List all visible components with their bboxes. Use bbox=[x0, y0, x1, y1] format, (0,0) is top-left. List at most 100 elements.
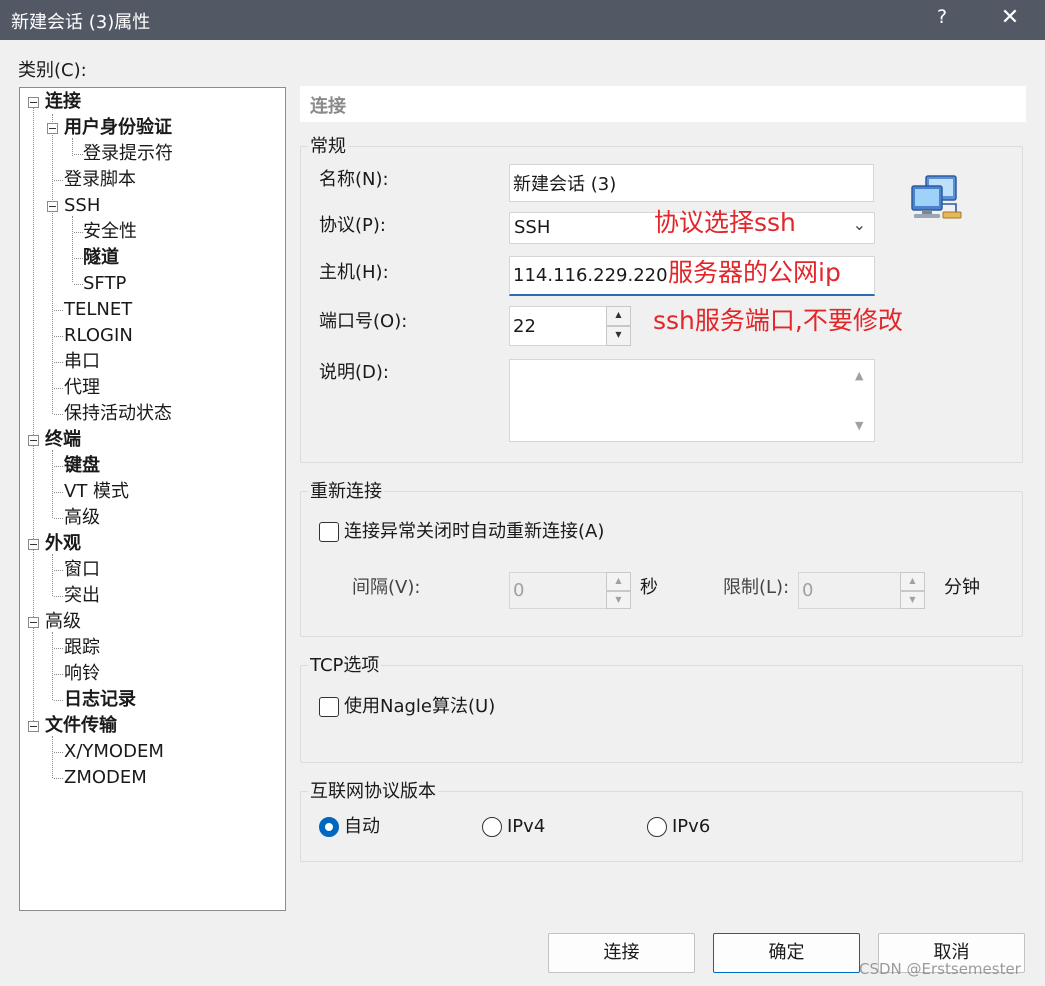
tree-tick bbox=[74, 232, 83, 233]
tree-guide-terminal bbox=[52, 450, 53, 518]
tree-item-telnet[interactable]: TELNET bbox=[64, 298, 132, 322]
tree-item-terminal-advanced[interactable]: 高级 bbox=[64, 506, 100, 530]
help-icon[interactable]: ? bbox=[934, 6, 950, 28]
tree-item-auth[interactable]: 用户身份验证 bbox=[64, 116, 172, 140]
spin-up-icon[interactable]: ▲ bbox=[606, 306, 631, 326]
auto-reconnect-label[interactable]: 连接异常关闭时自动重新连接(A) bbox=[344, 520, 604, 544]
tree-item-terminal[interactable]: 终端 bbox=[45, 428, 81, 452]
spin-down-icon[interactable]: ▼ bbox=[606, 326, 631, 346]
spin-down-icon[interactable]: ▼ bbox=[900, 590, 925, 609]
limit-unit: 分钟 bbox=[944, 577, 980, 598]
tree-collapse-icon[interactable] bbox=[47, 201, 58, 212]
scroll-up-icon[interactable]: ▲ bbox=[855, 369, 863, 382]
spin-down-icon[interactable]: ▼ bbox=[606, 590, 631, 609]
tree-tick bbox=[74, 284, 83, 285]
auto-reconnect-checkbox[interactable] bbox=[319, 522, 339, 542]
tree-tick bbox=[54, 518, 63, 519]
ipv6-radio[interactable] bbox=[647, 817, 667, 837]
ip-auto-radio[interactable] bbox=[319, 817, 339, 837]
window-title: 新建会话 (3)属性 bbox=[11, 12, 151, 33]
port-label: 端口号(O): bbox=[319, 311, 408, 332]
interval-spinner[interactable]: ▲ ▼ bbox=[606, 572, 631, 609]
tree-item-vt-mode[interactable]: VT 模式 bbox=[64, 480, 129, 504]
tree-collapse-icon[interactable] bbox=[28, 617, 39, 628]
limit-spinner[interactable]: ▲ ▼ bbox=[900, 572, 925, 609]
limit-field[interactable]: 0 bbox=[798, 572, 901, 609]
tree-collapse-icon[interactable] bbox=[47, 123, 58, 134]
tree-collapse-icon[interactable] bbox=[28, 435, 39, 446]
ipv4-radio[interactable] bbox=[482, 817, 502, 837]
watermark: CSDN @Erstsemester bbox=[859, 960, 1021, 978]
description-label: 说明(D): bbox=[319, 362, 389, 383]
tree-item-keepalive[interactable]: 保持活动状态 bbox=[64, 402, 172, 426]
category-tree[interactable]: 连接 用户身份验证 登录提示符 登录脚本 SSH 安全性 隧道 SFTP TEL… bbox=[19, 87, 286, 911]
tree-tick bbox=[54, 752, 63, 753]
tree-tick bbox=[74, 258, 83, 259]
tree-item-file-transfer[interactable]: 文件传输 bbox=[45, 714, 117, 738]
tree-item-connection[interactable]: 连接 bbox=[45, 90, 81, 114]
name-label: 名称(N): bbox=[319, 169, 389, 190]
tree-item-keyboard[interactable]: 键盘 bbox=[64, 454, 100, 478]
protocol-annotation: 协议选择ssh bbox=[654, 208, 796, 237]
tree-tick bbox=[54, 492, 63, 493]
tree-item-window[interactable]: 窗口 bbox=[64, 558, 100, 582]
tree-tick bbox=[54, 778, 63, 779]
tree-collapse-icon[interactable] bbox=[28, 539, 39, 550]
general-group-legend: 常规 bbox=[308, 136, 348, 158]
tree-tick bbox=[54, 596, 63, 597]
description-field[interactable]: ▲ ▼ bbox=[509, 359, 875, 442]
tree-tick bbox=[54, 466, 63, 467]
description-scrollbar[interactable]: ▲ ▼ bbox=[848, 360, 874, 441]
tree-collapse-icon[interactable] bbox=[28, 721, 39, 732]
spin-up-icon[interactable]: ▲ bbox=[606, 572, 631, 591]
limit-label: 限制(L): bbox=[723, 577, 790, 598]
tree-item-advanced[interactable]: 高级 bbox=[45, 610, 81, 634]
tree-guide-file-transfer bbox=[52, 736, 53, 778]
tree-item-tunnel[interactable]: 隧道 bbox=[83, 246, 119, 270]
interval-unit: 秒 bbox=[640, 577, 658, 598]
spin-up-icon[interactable]: ▲ bbox=[900, 572, 925, 591]
ip-auto-label[interactable]: 自动 bbox=[344, 815, 380, 839]
ipv6-label[interactable]: IPv6 bbox=[672, 815, 710, 839]
interval-field[interactable]: 0 bbox=[509, 572, 607, 609]
tree-item-highlight[interactable]: 突出 bbox=[64, 584, 100, 608]
connect-button[interactable]: 连接 bbox=[548, 933, 695, 973]
nagle-label[interactable]: 使用Nagle算法(U) bbox=[344, 695, 495, 719]
tree-item-ssh[interactable]: SSH bbox=[64, 194, 100, 218]
page-header: 连接 bbox=[300, 86, 1026, 122]
name-field[interactable]: 新建会话 (3) bbox=[509, 164, 874, 202]
tree-item-rlogin[interactable]: RLOGIN bbox=[64, 324, 133, 348]
scroll-down-icon[interactable]: ▼ bbox=[855, 419, 863, 432]
name-value: 新建会话 (3) bbox=[513, 174, 617, 195]
tree-collapse-icon[interactable] bbox=[28, 97, 39, 108]
tree-item-trace[interactable]: 跟踪 bbox=[64, 636, 100, 660]
ok-button[interactable]: 确定 bbox=[713, 933, 860, 973]
tree-item-login-script[interactable]: 登录脚本 bbox=[64, 168, 136, 192]
tree-item-security[interactable]: 安全性 bbox=[83, 220, 137, 244]
network-computers-icon bbox=[911, 175, 962, 219]
tree-guide-connection bbox=[52, 114, 53, 414]
tree-item-zmodem[interactable]: ZMODEM bbox=[64, 766, 147, 790]
tree-guide-root bbox=[33, 108, 34, 725]
tree-item-serial[interactable]: 串口 bbox=[64, 350, 100, 374]
nagle-checkbox[interactable] bbox=[319, 697, 339, 717]
tree-tick bbox=[54, 362, 63, 363]
tree-tick bbox=[54, 414, 63, 415]
ipv4-label[interactable]: IPv4 bbox=[507, 815, 545, 839]
chevron-down-icon: ⌄ bbox=[852, 215, 866, 234]
interval-value: 0 bbox=[513, 580, 525, 601]
tree-item-sftp[interactable]: SFTP bbox=[83, 272, 126, 296]
tree-item-login-prompt[interactable]: 登录提示符 bbox=[83, 142, 173, 166]
tree-item-xymodem[interactable]: X/YMODEM bbox=[64, 740, 164, 764]
tree-item-proxy[interactable]: 代理 bbox=[64, 376, 100, 400]
port-field[interactable]: 22 bbox=[509, 306, 607, 346]
tcp-group-legend: TCP选项 bbox=[308, 655, 382, 677]
tree-item-logging[interactable]: 日志记录 bbox=[64, 688, 136, 712]
tree-item-appearance[interactable]: 外观 bbox=[45, 532, 81, 556]
tree-tick bbox=[54, 700, 63, 701]
close-icon[interactable]: ✕ bbox=[996, 5, 1024, 30]
tree-item-bell[interactable]: 响铃 bbox=[64, 662, 100, 686]
tree-tick bbox=[54, 388, 63, 389]
port-spinner[interactable]: ▲ ▼ bbox=[606, 306, 631, 346]
tree-tick bbox=[74, 154, 83, 155]
